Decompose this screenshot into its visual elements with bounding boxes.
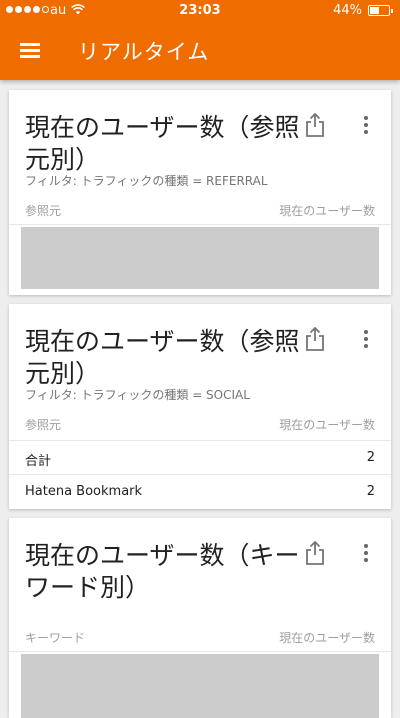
row-value: 2 [366, 450, 375, 465]
card-title: 現在のユーザー数（キーワード別） [25, 541, 300, 602]
more-vertical-icon[interactable] [361, 542, 371, 564]
column-header-source: 参照元 [25, 204, 62, 218]
more-vertical-icon[interactable] [361, 328, 371, 350]
divider [9, 224, 391, 225]
row-value: 2 [366, 484, 375, 499]
column-header-source: 参照元 [25, 418, 62, 432]
divider [9, 651, 391, 652]
column-header-users: 現在のユーザー数 [279, 631, 375, 645]
column-header: 参照元 現在のユーザー数 [9, 416, 391, 436]
loading-placeholder [21, 654, 379, 718]
share-icon[interactable] [303, 540, 327, 566]
share-icon[interactable] [303, 326, 327, 352]
hamburger-menu-icon[interactable] [20, 42, 40, 58]
card-filter: フィルタ: トラフィックの種類 = REFERRAL [25, 174, 268, 188]
column-header: キーワード 現在のユーザー数 [9, 629, 391, 649]
social-card: 現在のユーザー数（参照元別） フィルタ: トラフィックの種類 = SOCIAL … [9, 304, 391, 509]
referral-card: 現在のユーザー数（参照元別） フィルタ: トラフィックの種類 = REFERRA… [9, 90, 391, 295]
card-filter: フィルタ: トラフィックの種類 = SOCIAL [25, 388, 250, 402]
column-header-users: 現在のユーザー数 [279, 418, 375, 432]
card-title: 現在のユーザー数（参照元別） [25, 113, 300, 174]
card-title: 現在のユーザー数（参照元別） [25, 327, 300, 388]
keyword-card: 現在のユーザー数（キーワード別） キーワード 現在のユーザー数 [9, 518, 391, 718]
column-header-keyword: キーワード [25, 631, 86, 645]
status-bar: au 23:03 44% [0, 0, 400, 22]
battery-percentage: 44% [333, 3, 362, 18]
column-header: 参照元 現在のユーザー数 [9, 202, 391, 222]
app-header: au 23:03 44% リアルタイム [0, 0, 400, 80]
battery-icon [368, 5, 393, 16]
row-label: Hatena Bookmark [25, 484, 143, 499]
column-header-users: 現在のユーザー数 [279, 204, 375, 218]
more-vertical-icon[interactable] [361, 114, 371, 136]
page-title: リアルタイム [78, 40, 210, 64]
loading-placeholder [21, 227, 379, 289]
table-row-total[interactable]: 合計 2 [9, 440, 391, 474]
row-label: 合計 [25, 454, 52, 469]
table-row[interactable]: Hatena Bookmark 2 [9, 474, 391, 508]
share-icon[interactable] [303, 112, 327, 138]
